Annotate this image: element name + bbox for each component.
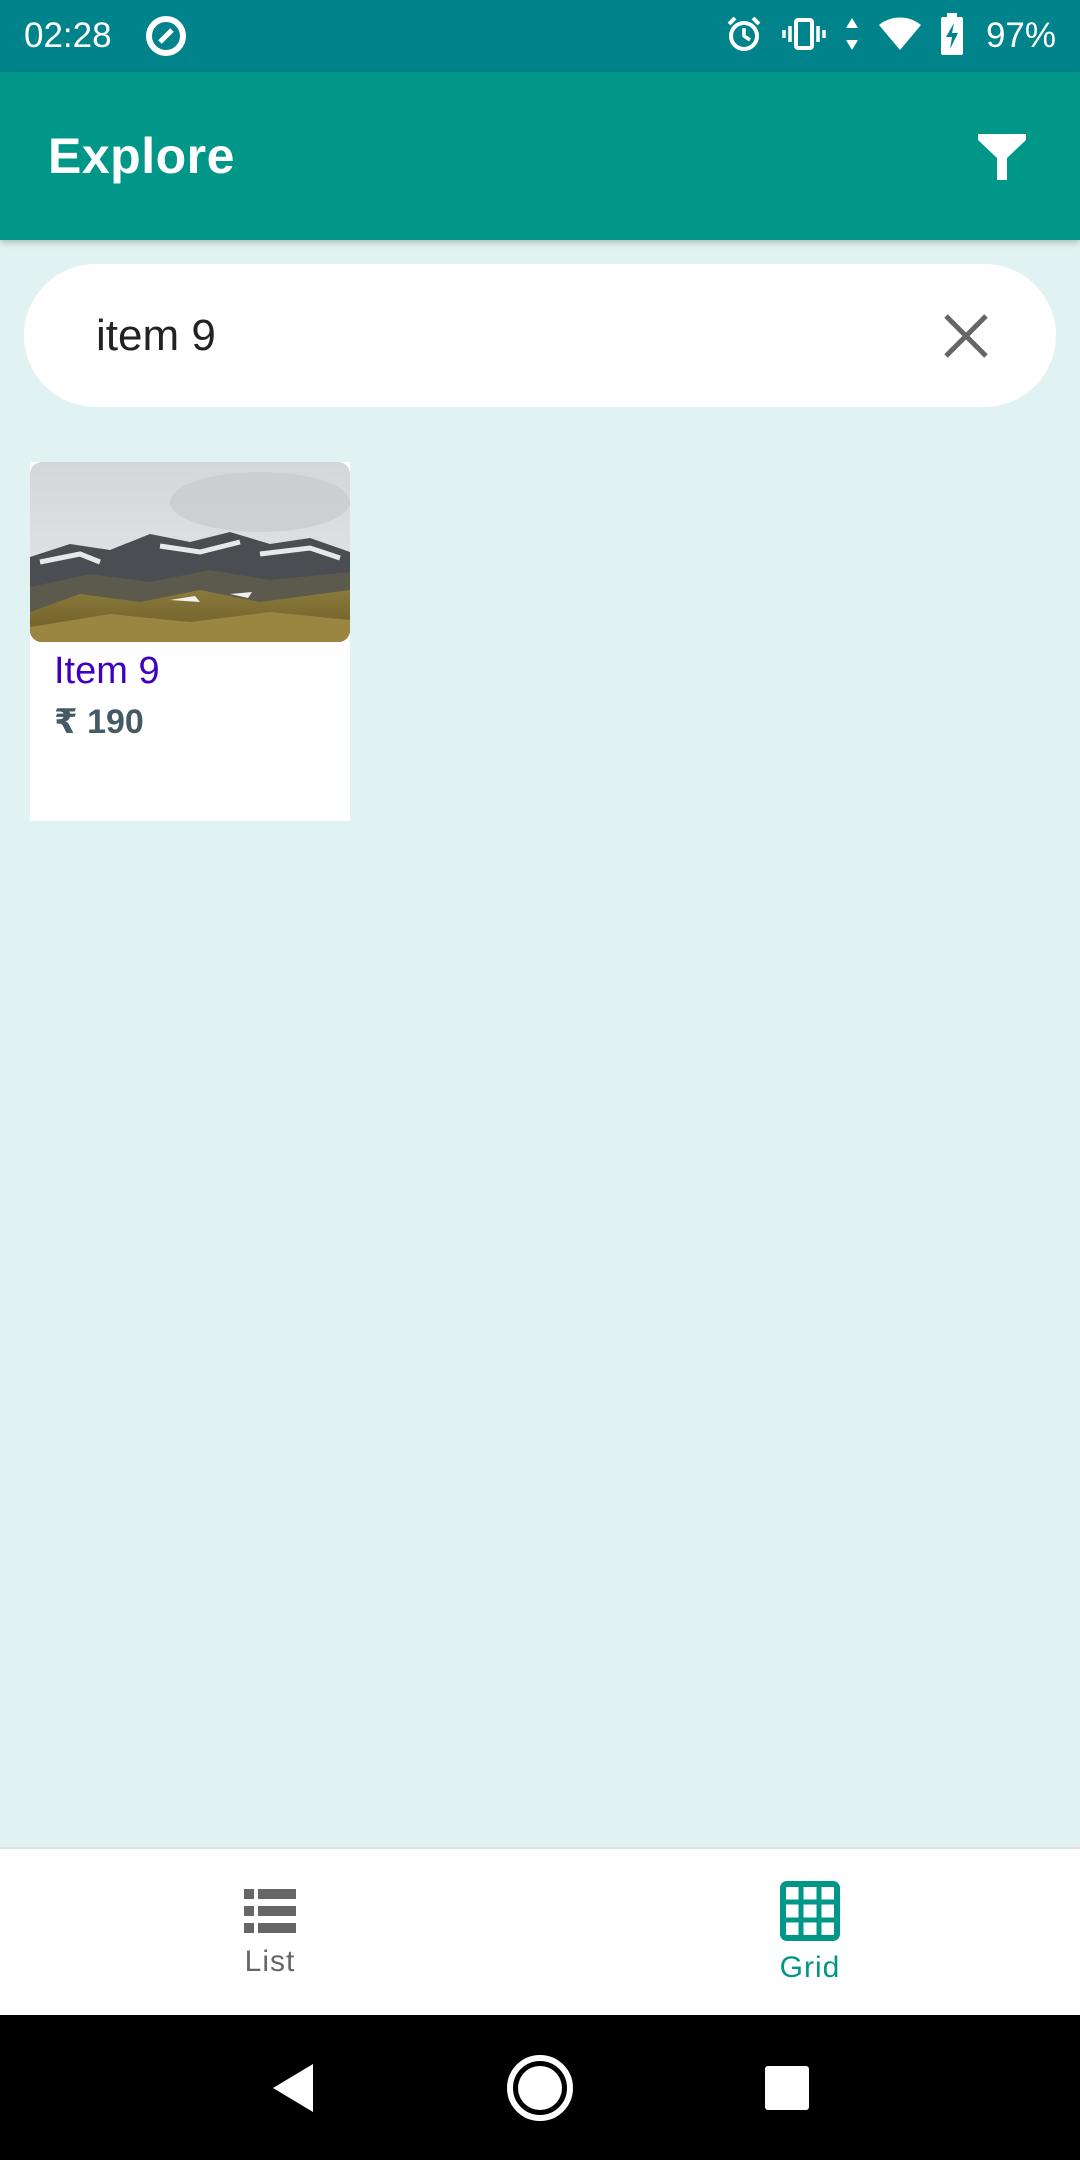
page-title: Explore xyxy=(48,128,235,184)
grid-item-card[interactable]: Item 9 ₹ 190 xyxy=(30,462,350,821)
search-input[interactable] xyxy=(96,310,936,361)
recents-icon xyxy=(764,2065,809,2110)
filter-icon xyxy=(978,134,1026,180)
nav-label-list: List xyxy=(244,1945,296,1978)
system-navigation-bar xyxy=(0,2015,1080,2160)
wifi-icon xyxy=(878,16,922,57)
close-icon xyxy=(944,313,988,358)
battery-percentage: 97% xyxy=(985,16,1056,55)
list-icon xyxy=(244,1889,296,1933)
vibrate-icon xyxy=(782,14,826,59)
battery-charging-icon xyxy=(940,12,964,60)
nav-item-list[interactable]: List xyxy=(0,1849,540,2017)
item-title: Item 9 xyxy=(54,650,160,692)
back-icon xyxy=(273,2063,314,2112)
search-bar xyxy=(24,264,1056,407)
nav-label-grid: Grid xyxy=(779,1951,841,1984)
nav-item-grid[interactable]: Grid xyxy=(540,1849,1080,2017)
alarm-icon xyxy=(724,14,764,59)
data-arrows-icon xyxy=(844,14,860,59)
home-button[interactable] xyxy=(505,2053,575,2123)
item-price: ₹ 190 xyxy=(54,703,144,741)
clear-search-button[interactable] xyxy=(936,306,996,366)
filter-button[interactable] xyxy=(972,126,1032,186)
app-notification-icon xyxy=(144,14,188,58)
app-bar: Explore xyxy=(0,72,1080,240)
bottom-navigation: List Grid xyxy=(0,1847,1080,2017)
recents-button[interactable] xyxy=(752,2053,822,2123)
status-bar: 02:28 97% xyxy=(0,0,1080,72)
back-button[interactable] xyxy=(258,2053,328,2123)
home-icon xyxy=(506,2054,573,2121)
grid-icon xyxy=(780,1881,840,1941)
status-time: 02:28 xyxy=(24,16,112,55)
item-image xyxy=(30,462,350,642)
